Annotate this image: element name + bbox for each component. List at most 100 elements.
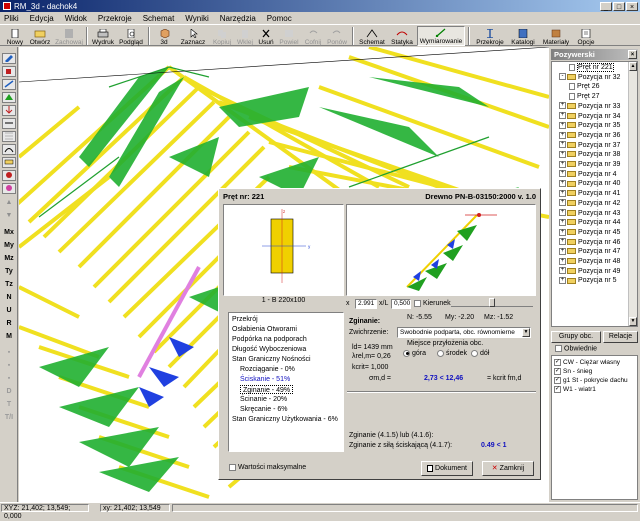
xl-field[interactable]: 0,500 bbox=[391, 299, 411, 309]
check-item[interactable]: Ścinanie - 20% bbox=[240, 395, 287, 404]
result-d-button[interactable]: D bbox=[2, 386, 16, 397]
new-button[interactable]: Nowy bbox=[3, 26, 27, 46]
expander-icon[interactable]: + bbox=[559, 170, 566, 178]
tree-item[interactable]: + Pozycja nr 45 bbox=[559, 228, 620, 237]
tool-dis1[interactable]: ▪ bbox=[2, 347, 16, 358]
tool-measure-button[interactable] bbox=[2, 157, 16, 168]
radio-middle[interactable]: środek bbox=[437, 349, 467, 358]
delete-button[interactable]: Usuń bbox=[256, 26, 276, 46]
minimize-button[interactable]: _ bbox=[600, 1, 612, 11]
expander-icon[interactable]: + bbox=[559, 180, 566, 188]
tree-item[interactable]: + Pozycja nr 47 bbox=[559, 247, 620, 256]
result-r-button[interactable]: R bbox=[2, 318, 16, 329]
expander-icon[interactable]: + bbox=[559, 247, 566, 255]
select-button[interactable]: Zaznacz bbox=[178, 26, 208, 46]
sections-button[interactable]: Przekroje bbox=[474, 26, 506, 46]
load-case-item[interactable]: ✓ CW - Ciężar własny bbox=[554, 358, 620, 367]
schema-button[interactable]: Schemat bbox=[357, 26, 387, 46]
menu-widok[interactable]: Widok bbox=[65, 14, 87, 23]
max-values-checkbox[interactable]: Wartości maksymalne bbox=[229, 463, 306, 472]
result-ty-button[interactable]: Ty bbox=[2, 266, 16, 277]
tree-item[interactable]: + Pozycja nr 33 bbox=[559, 102, 620, 111]
expander-icon[interactable]: + bbox=[559, 160, 566, 168]
tool-down-arrow[interactable]: ▼ bbox=[2, 210, 16, 221]
save-button[interactable]: Zachowaj bbox=[54, 26, 84, 46]
checks-list[interactable]: Przekrój Osłabienia Otworami Podpórka na p… bbox=[228, 312, 344, 452]
load-case-item[interactable]: ✓ Sn - śnieg bbox=[554, 367, 592, 376]
tree-item[interactable]: + Pozycja nr 36 bbox=[559, 131, 620, 140]
check-item[interactable]: Skręcanie - 6% bbox=[240, 405, 287, 414]
chevron-down-icon[interactable]: ▼ bbox=[522, 328, 530, 337]
load-groups-button[interactable]: Grupy obc. bbox=[551, 331, 601, 343]
tool-dis2[interactable]: ▪ bbox=[2, 360, 16, 371]
expander-icon[interactable]: + bbox=[559, 257, 566, 265]
print-button[interactable]: Wydruk bbox=[90, 26, 116, 46]
tool-pink-button[interactable] bbox=[2, 183, 16, 194]
expander-icon[interactable]: + bbox=[559, 238, 566, 246]
radio-top[interactable]: góra bbox=[403, 349, 426, 358]
tree-item[interactable]: + Pozycja nr 41 bbox=[559, 189, 620, 198]
check-item[interactable]: Osłabienia Otworami bbox=[232, 325, 297, 334]
tool-support-button[interactable] bbox=[2, 92, 16, 103]
redo-button[interactable]: Ponów bbox=[326, 26, 348, 46]
result-ti-button[interactable]: T/I bbox=[2, 412, 16, 423]
check-item[interactable]: Zginanie - 49% bbox=[240, 385, 294, 394]
tree-item[interactable]: Pręt nr 221 bbox=[569, 63, 614, 72]
result-mx-button[interactable]: Mx bbox=[2, 227, 16, 238]
check-item[interactable]: Stan Graniczny Nośności bbox=[232, 355, 311, 364]
preview-button[interactable]: Podgląd bbox=[117, 26, 145, 46]
expander-icon[interactable]: + bbox=[559, 267, 566, 275]
tree-scroll-up[interactable]: ▲ bbox=[629, 62, 637, 71]
result-t-button[interactable]: T bbox=[2, 399, 16, 410]
tool-edit-button[interactable] bbox=[2, 53, 16, 64]
statics-button[interactable]: Statyka bbox=[388, 26, 416, 46]
relations-button[interactable]: Relacje bbox=[603, 331, 638, 343]
x-position-field[interactable]: 2.991 bbox=[355, 299, 377, 309]
tree-item[interactable]: + Pozycja nr 5 bbox=[559, 276, 617, 285]
check-item[interactable]: Ściskanie - 51% bbox=[240, 375, 290, 384]
tree-item[interactable]: + Pozycja nr 49 bbox=[559, 267, 620, 276]
materials-button[interactable]: Materiały bbox=[540, 26, 572, 46]
menu-schemat[interactable]: Schemat bbox=[143, 14, 175, 23]
tree-item[interactable]: Pręt 26 bbox=[569, 82, 600, 91]
copy-button[interactable]: Kopiuj bbox=[210, 26, 234, 46]
tool-arc-button[interactable] bbox=[2, 144, 16, 155]
tree-scrollbar[interactable]: ▲ ▼ bbox=[628, 62, 637, 326]
tool-grid-button[interactable] bbox=[2, 131, 16, 142]
expander-icon[interactable]: + bbox=[559, 218, 566, 226]
expander-icon[interactable]: + bbox=[559, 150, 566, 158]
menu-pliki[interactable]: Pliki bbox=[4, 14, 19, 23]
tree-item[interactable]: + Pozycja nr 40 bbox=[559, 179, 620, 188]
menu-pomoc[interactable]: Pomoc bbox=[267, 14, 292, 23]
load-case-item[interactable]: ✓ g1 St - pokrycie dachu bbox=[554, 376, 628, 385]
open-button[interactable]: Otwórz bbox=[28, 26, 52, 46]
tree-scroll-down[interactable]: ▼ bbox=[629, 317, 637, 326]
tree-item[interactable]: + Pozycja nr 4 bbox=[559, 170, 617, 179]
tree-item[interactable]: Pręt 27 bbox=[569, 92, 600, 101]
tree-item[interactable]: - Pozycja nr 32 bbox=[559, 73, 620, 82]
dimensioning-button[interactable]: Wymiarowanie bbox=[417, 26, 465, 46]
lateral-buckling-select[interactable]: Swobodnie podparta, obc. równomierne ▼ bbox=[397, 327, 531, 338]
menu-przekroje[interactable]: Przekroje bbox=[98, 14, 132, 23]
menu-wyniki[interactable]: Wyniki bbox=[185, 14, 208, 23]
expander-icon[interactable]: + bbox=[559, 121, 566, 129]
expander-icon[interactable]: + bbox=[559, 141, 566, 149]
check-item[interactable]: Rozciąganie - 0% bbox=[240, 365, 295, 374]
undo-button[interactable]: Cofnij bbox=[302, 26, 324, 46]
maximize-button[interactable]: □ bbox=[613, 1, 625, 11]
menu-edycja[interactable]: Edycja bbox=[30, 14, 54, 23]
result-tz-button[interactable]: Tz bbox=[2, 279, 16, 290]
menu-narzedzia[interactable]: Narzędzia bbox=[220, 14, 256, 23]
tree-item[interactable]: + Pozycja nr 38 bbox=[559, 150, 620, 159]
expander-icon[interactable]: + bbox=[559, 189, 566, 197]
expander-icon[interactable]: - bbox=[559, 73, 566, 81]
catalogs-button[interactable]: Katalogi bbox=[508, 26, 538, 46]
tool-bar-button[interactable] bbox=[2, 79, 16, 90]
expander-icon[interactable]: + bbox=[559, 209, 566, 217]
tool-dis3[interactable]: ▪ bbox=[2, 373, 16, 384]
tree-item[interactable]: + Pozycja nr 35 bbox=[559, 121, 620, 130]
direction-checkbox[interactable]: Kierunek bbox=[414, 299, 451, 308]
check-item[interactable]: Długość Wyboczeniowa bbox=[232, 345, 306, 354]
check-item[interactable]: Przekrój bbox=[232, 315, 258, 324]
check-item[interactable]: Podpórka na podporach bbox=[232, 335, 307, 344]
